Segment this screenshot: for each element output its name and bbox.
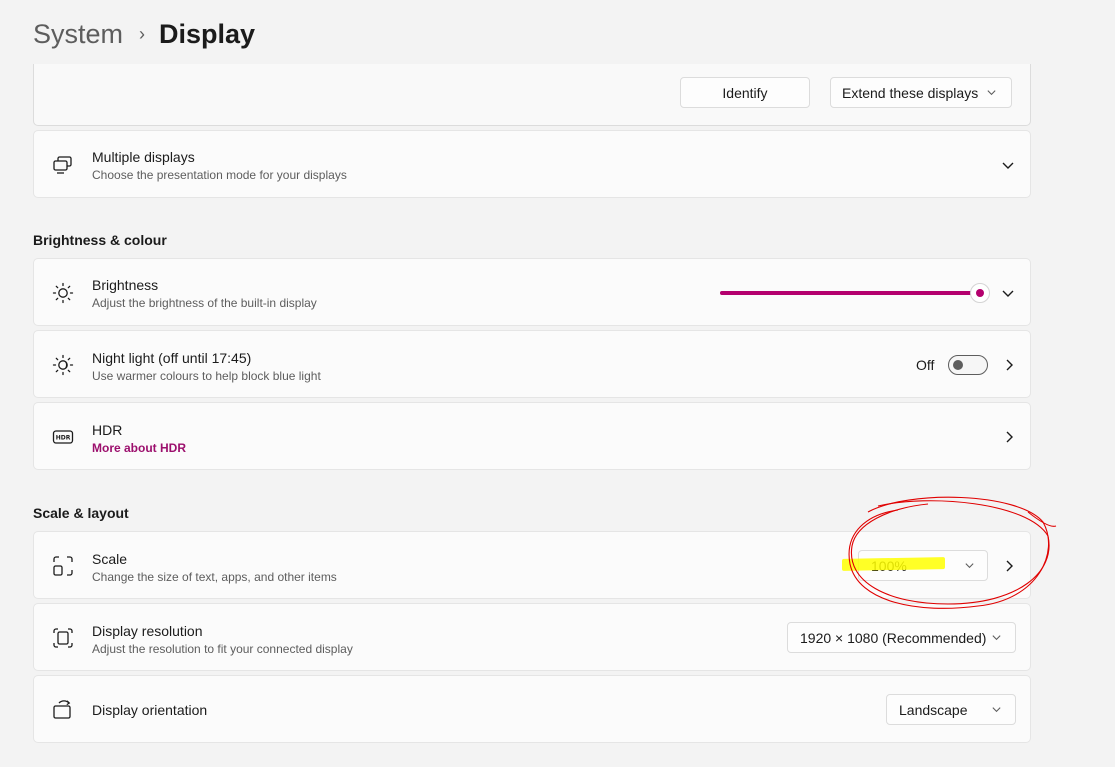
brightness-slider-thumb[interactable]: [970, 283, 990, 303]
resolution-value: 1920 × 1080 (Recommended): [800, 629, 987, 646]
display-arrangement-card: Identify Extend these displays: [33, 64, 1031, 126]
chevron-down-icon: [987, 90, 996, 96]
scale-title: Scale: [92, 551, 128, 567]
night-light-toggle[interactable]: [948, 355, 988, 375]
resolution-dropdown[interactable]: 1920 × 1080 (Recommended): [787, 622, 1016, 653]
identify-label: Identify: [722, 84, 768, 101]
brightness-card[interactable]: Brightness Adjust the brightness of the …: [33, 258, 1031, 326]
scale-icon: [53, 556, 73, 576]
display-orientation-card[interactable]: Display orientation Landscape: [33, 675, 1031, 743]
red-circle-annotation: [848, 496, 1057, 609]
scale-desc: Change the size of text, apps, and other…: [92, 570, 337, 584]
breadcrumb-separator: ›: [139, 23, 146, 44]
night-light-state-label: Off: [916, 357, 935, 373]
chevron-down-icon[interactable]: [1001, 286, 1015, 300]
chevron-down-icon[interactable]: [1001, 158, 1015, 172]
orientation-value: Landscape: [899, 701, 968, 718]
night-light-desc: Use warmer colours to help block blue li…: [92, 369, 321, 383]
sun-icon: [52, 282, 74, 304]
night-light-title: Night light (off until 17:45): [92, 350, 252, 366]
hdr-card[interactable]: HDR HDR More about HDR: [33, 402, 1031, 470]
extend-displays-dropdown[interactable]: Extend these displays: [830, 77, 1012, 108]
identify-button[interactable]: Identify: [680, 77, 810, 108]
display-orientation-title: Display orientation: [92, 702, 208, 718]
scale-layout-section-heading: Scale & layout: [33, 505, 129, 521]
brightness-slider-fill: [720, 291, 980, 295]
brightness-slider-track[interactable]: [720, 291, 980, 295]
brightness-section-heading: Brightness & colour: [33, 232, 167, 248]
hdr-icon: HDR: [52, 430, 74, 444]
extend-displays-label: Extend these displays: [842, 84, 979, 101]
orientation-icon: [53, 700, 71, 719]
svg-text:HDR: HDR: [56, 435, 71, 442]
multiple-displays-icon: [53, 156, 72, 174]
chevron-right-icon[interactable]: [1002, 358, 1016, 372]
display-resolution-title: Display resolution: [92, 623, 203, 639]
hdr-title: HDR: [92, 422, 123, 438]
more-about-hdr-link[interactable]: More about HDR: [92, 441, 186, 455]
resolution-icon: [53, 628, 73, 648]
night-light-card[interactable]: Night light (off until 17:45) Use warmer…: [33, 330, 1031, 398]
brightness-title: Brightness: [92, 277, 159, 293]
multiple-displays-card[interactable]: Multiple displays Choose the presentatio…: [33, 130, 1031, 198]
display-resolution-desc: Adjust the resolution to fit your connec…: [92, 642, 353, 656]
brightness-desc: Adjust the brightness of the built-in di…: [92, 296, 317, 310]
orientation-dropdown[interactable]: Landscape: [886, 694, 1016, 725]
breadcrumb-system[interactable]: System: [33, 19, 123, 50]
chevron-down-icon: [992, 635, 1001, 641]
multiple-displays-title: Multiple displays: [92, 149, 195, 165]
page-title: Display: [159, 18, 256, 49]
night-light-icon: [52, 354, 74, 376]
chevron-down-icon: [992, 707, 1001, 713]
breadcrumb: System › Display: [33, 14, 255, 54]
chevron-right-icon[interactable]: [1002, 430, 1016, 444]
multiple-displays-desc: Choose the presentation mode for your di…: [92, 168, 347, 182]
